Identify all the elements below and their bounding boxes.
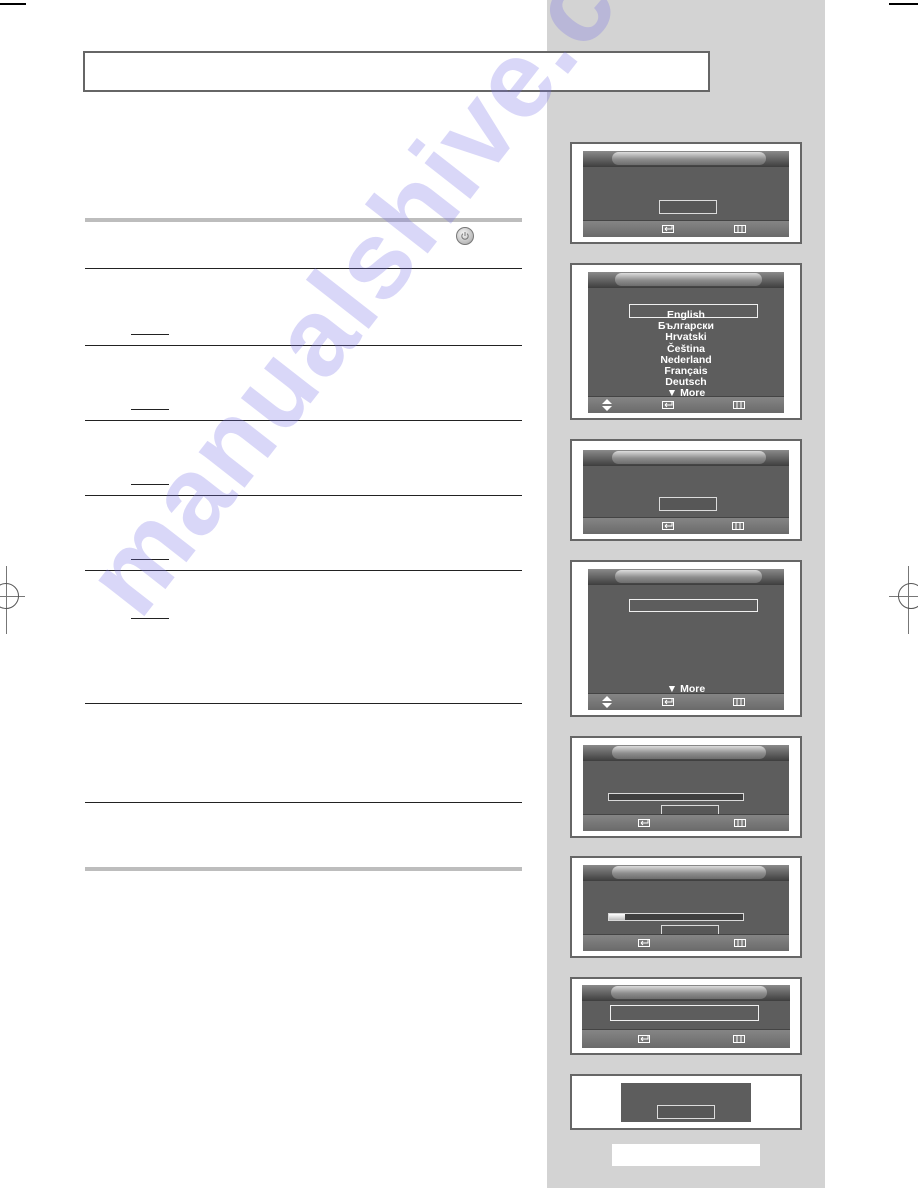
osd-button	[659, 497, 717, 511]
osd-title-bar	[588, 569, 784, 585]
page-number	[612, 1144, 760, 1166]
osd-screen-3	[570, 439, 802, 541]
osd-screen-6-progress	[570, 856, 802, 958]
updown-icon	[601, 696, 613, 708]
osd-screen-4-list: ▼ More	[570, 560, 802, 717]
osd-screen-1	[570, 142, 802, 244]
exit-icon	[733, 223, 747, 235]
note-marker	[131, 559, 169, 560]
power-icon	[456, 227, 474, 245]
enter-icon	[637, 817, 653, 829]
step-divider	[85, 345, 522, 346]
progress-bar	[608, 793, 744, 801]
crop-mark-top-right	[889, 3, 918, 5]
exit-icon	[732, 696, 746, 708]
language-item[interactable]: Hrvatski	[588, 332, 784, 343]
crop-mark-right-circle	[898, 583, 918, 609]
step-divider	[85, 802, 522, 803]
progress-fill	[609, 914, 626, 920]
list-selection-highlight	[629, 599, 758, 612]
osd-title-bar	[583, 151, 789, 167]
progress-bar	[608, 913, 744, 921]
note-marker	[131, 334, 169, 335]
osd-title-bar	[588, 272, 784, 288]
osd-title-bar	[583, 745, 789, 761]
note-marker	[131, 618, 169, 619]
exit-icon	[732, 399, 746, 411]
updown-icon	[601, 399, 613, 411]
osd-screen-5-progress	[570, 736, 802, 838]
step-divider	[85, 703, 522, 704]
osd-footer	[588, 693, 784, 710]
note-marker	[131, 484, 169, 485]
page-title	[83, 51, 710, 92]
exit-icon	[733, 817, 747, 829]
step-divider	[85, 268, 522, 269]
exit-icon	[733, 937, 747, 949]
message-box	[610, 1005, 759, 1021]
step-divider	[85, 495, 522, 496]
osd-footer	[583, 814, 789, 831]
crop-mark-left-circle	[0, 583, 19, 609]
enter-icon	[661, 696, 677, 708]
enter-icon	[661, 223, 677, 235]
osd-button	[657, 1105, 715, 1119]
enter-icon	[661, 520, 677, 532]
osd-title-bar	[582, 985, 790, 1001]
language-list: English Български Hrvatski Čeština Neder…	[588, 309, 784, 400]
steps-top-rule	[85, 218, 522, 222]
enter-icon	[637, 937, 653, 949]
enter-icon	[661, 399, 677, 411]
osd-footer	[582, 1029, 790, 1048]
osd-title-bar	[583, 865, 789, 881]
osd-footer	[583, 517, 789, 534]
osd-screen-8-popup	[570, 1074, 802, 1130]
note-marker	[131, 409, 169, 410]
osd-screen-2-language: English Български Hrvatski Čeština Neder…	[570, 263, 802, 420]
crop-mark-top-left	[0, 3, 26, 5]
exit-icon	[732, 1033, 746, 1045]
step-divider	[85, 570, 522, 571]
step-divider	[85, 420, 522, 421]
osd-footer	[588, 396, 784, 413]
osd-footer	[583, 220, 789, 237]
enter-icon	[637, 1033, 653, 1045]
osd-footer	[583, 934, 789, 951]
steps-bottom-rule	[85, 867, 522, 871]
osd-button	[659, 200, 717, 214]
osd-title-bar	[583, 450, 789, 466]
exit-icon	[731, 520, 745, 532]
osd-screen-7-message	[570, 977, 802, 1055]
